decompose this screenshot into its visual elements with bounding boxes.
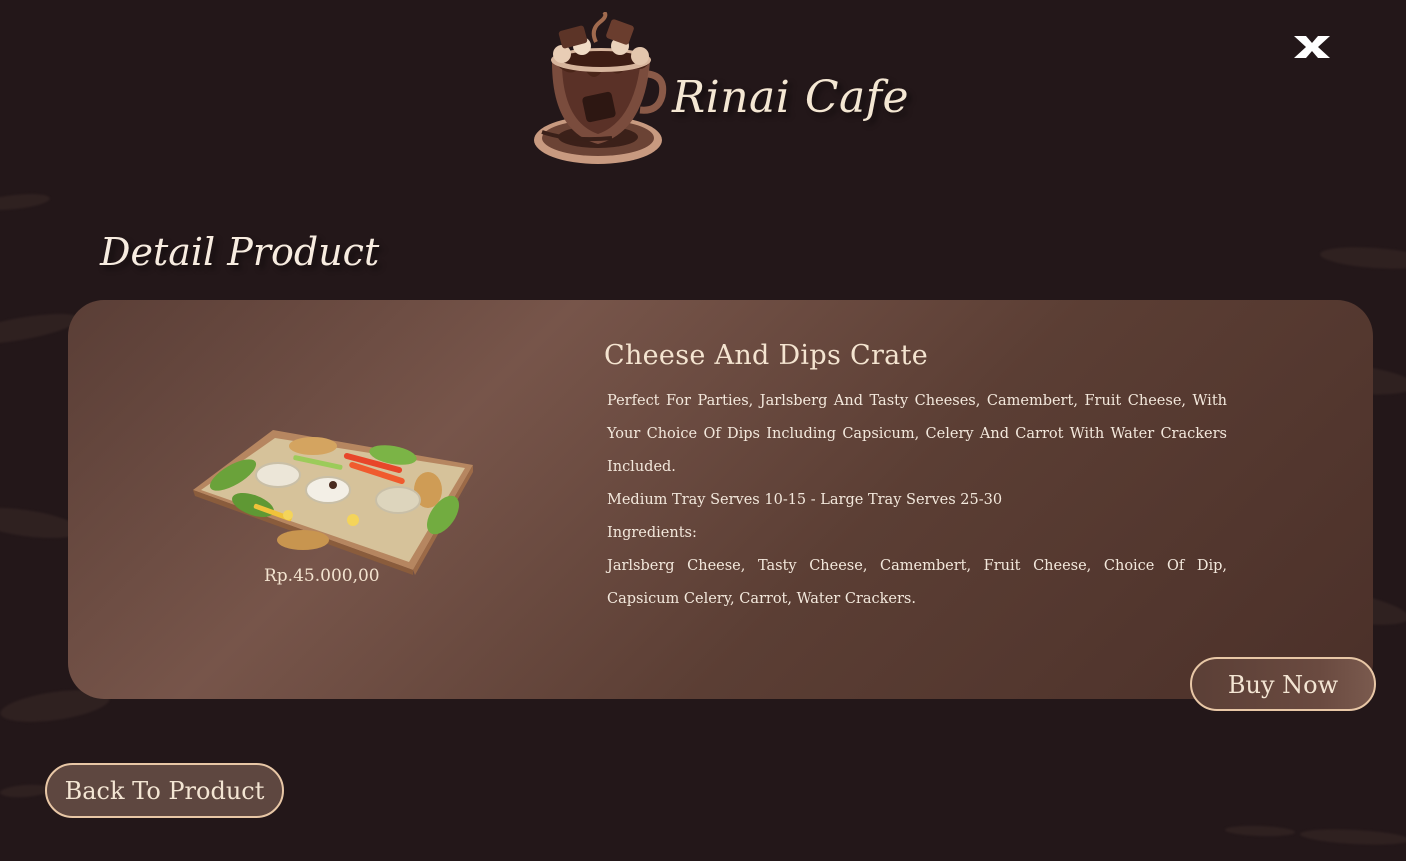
buy-now-button[interactable]: Buy Now <box>1190 657 1376 711</box>
brand-logo: Rinai Cafe <box>532 12 909 172</box>
back-to-product-button[interactable]: Back To Product <box>45 763 284 818</box>
product-detail-card: Rp.45.000,00 Cheese And Dips Crate Perfe… <box>68 300 1373 699</box>
product-price: Rp.45.000,00 <box>264 566 380 586</box>
brand-name: Rinai Cafe <box>672 72 910 123</box>
product-image <box>193 430 473 575</box>
bean-decoration <box>1319 244 1406 272</box>
bean-decoration <box>1224 824 1296 838</box>
bean-decoration <box>0 783 51 799</box>
description-text: Perfect For Parties, Jarlsberg And Tasty… <box>607 393 1227 475</box>
ingredients-label: Ingredients: <box>607 525 697 541</box>
ingredients-list: Jarlsberg Cheese, Tasty Cheese, Camember… <box>607 558 1227 607</box>
product-description: Perfect For Parties, Jarlsberg And Tasty… <box>607 385 1227 616</box>
page-title: Detail Product <box>100 230 380 274</box>
close-icon[interactable] <box>1292 34 1332 60</box>
bean-decoration <box>0 191 51 213</box>
coffee-cup-logo-icon <box>534 12 667 164</box>
bean-decoration <box>1299 827 1406 847</box>
product-name: Cheese And Dips Crate <box>604 340 928 371</box>
serving-info: Medium Tray Serves 10-15 - Large Tray Se… <box>607 492 1003 508</box>
